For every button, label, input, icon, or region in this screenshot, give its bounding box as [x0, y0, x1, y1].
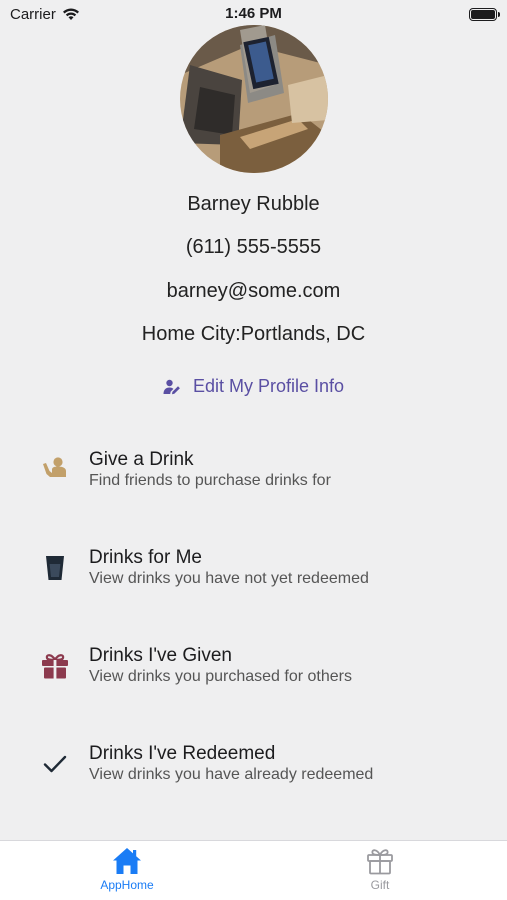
profile-name: Barney Rubble: [187, 193, 320, 215]
avatar[interactable]: [180, 25, 328, 173]
edit-profile-label: Edit My Profile Info: [192, 376, 345, 396]
menu-title: Give a Drink: [89, 449, 194, 470]
tab-label: AppHome: [100, 878, 154, 892]
status-left: Carrier: [10, 6, 80, 23]
tab-label: Gift: [370, 878, 390, 892]
status-bar: Carrier 1:46 PM: [0, 0, 507, 28]
gift-icon: [38, 649, 72, 683]
menu-item-drinks-for-me[interactable]: Drinks for Me View drinks you have not y…: [0, 547, 507, 607]
menu-subtitle: Find friends to purchase drinks for: [89, 472, 331, 489]
carrier-label: Carrier: [10, 5, 56, 23]
menu-subtitle: View drinks you purchased for others: [89, 668, 352, 685]
hand-person-icon: [38, 451, 72, 485]
tab-apphome[interactable]: AppHome: [67, 847, 187, 892]
tab-gift[interactable]: Gift: [320, 847, 440, 892]
gift-icon: [367, 849, 393, 875]
menu-subtitle: View drinks you have already redeemed: [89, 766, 374, 783]
menu-item-drinks-redeemed[interactable]: Drinks I've Redeemed View drinks you hav…: [0, 743, 507, 803]
menu-item-drinks-given[interactable]: Drinks I've Given View drinks you purcha…: [0, 645, 507, 705]
menu-title: Drinks for Me: [89, 547, 202, 568]
profile-home-city: Home City:Portlands, DC: [141, 323, 366, 345]
menu-item-give-a-drink[interactable]: Give a Drink Find friends to purchase dr…: [0, 449, 507, 509]
avatar-photo: [180, 25, 328, 173]
menu-title: Drinks I've Given: [89, 645, 233, 666]
menu-title: Drinks I've Redeemed: [89, 743, 276, 764]
battery-icon: [469, 7, 500, 21]
tab-bar: AppHome Gift: [0, 840, 507, 900]
checkmark-icon: [38, 747, 72, 781]
glass-icon: [38, 551, 72, 585]
menu-subtitle: View drinks you have not yet redeemed: [89, 570, 369, 587]
edit-profile-button[interactable]: Edit My Profile Info: [0, 376, 507, 397]
home-icon: [113, 848, 141, 874]
profile-phone: (611) 555-5555: [185, 236, 322, 258]
user-edit-icon: [163, 379, 180, 394]
profile-email: barney@some.com: [166, 280, 341, 302]
wifi-icon: [62, 8, 79, 20]
